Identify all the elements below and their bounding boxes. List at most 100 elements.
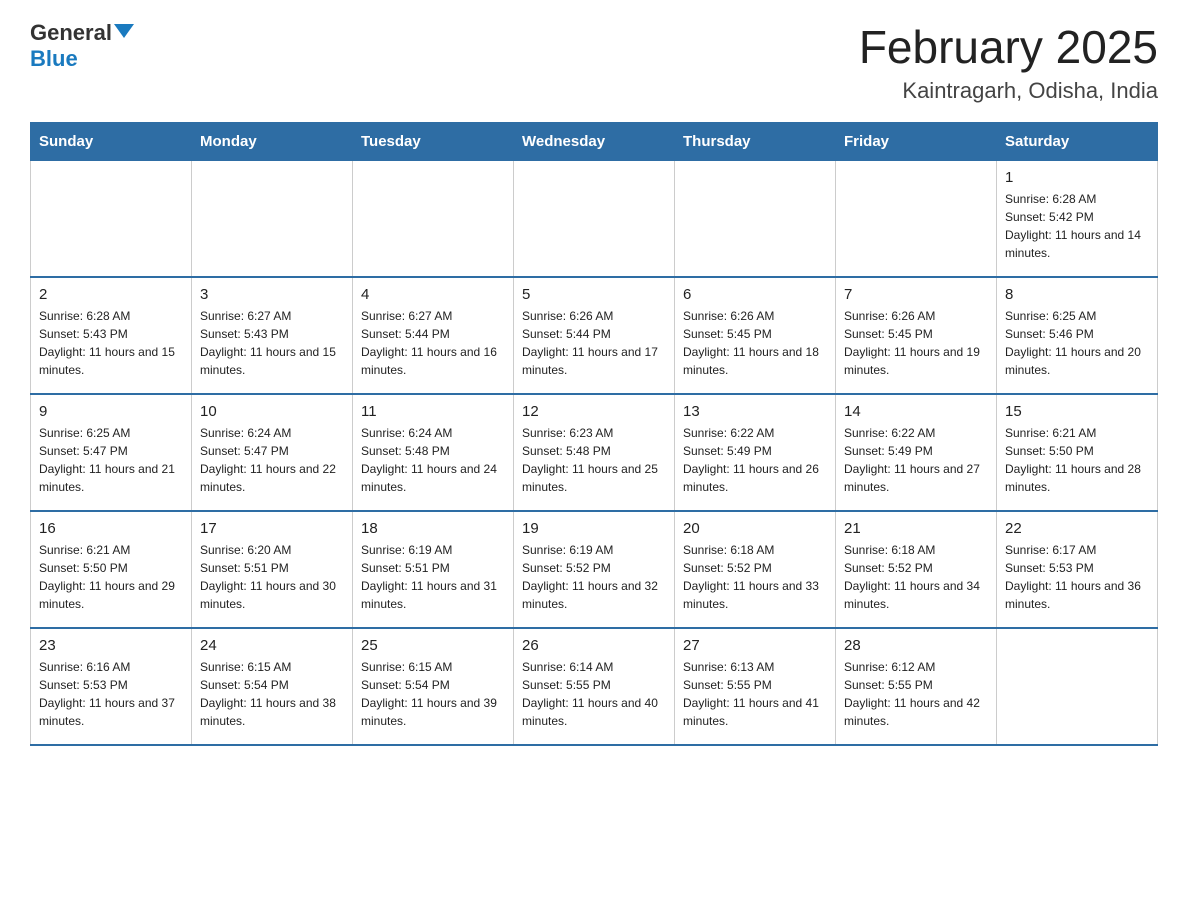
day-number: 26 <box>522 637 666 654</box>
day-info: Sunrise: 6:13 AM Sunset: 5:55 PM Dayligh… <box>683 658 827 730</box>
day-info: Sunrise: 6:20 AM Sunset: 5:51 PM Dayligh… <box>200 541 344 613</box>
calendar-cell: 6 Sunrise: 6:26 AM Sunset: 5:45 PM Daylig… <box>675 277 836 394</box>
weekday-header-friday: Friday <box>836 123 997 161</box>
calendar-cell: 14Sunrise: 6:22 AM Sunset: 5:49 PM Dayli… <box>836 394 997 511</box>
calendar-cell: 13Sunrise: 6:22 AM Sunset: 5:49 PM Dayli… <box>675 394 836 511</box>
day-number: 2 <box>39 286 183 303</box>
calendar-cell: 19Sunrise: 6:19 AM Sunset: 5:52 PM Dayli… <box>514 511 675 628</box>
calendar-cell <box>192 161 353 278</box>
day-number: 22 <box>1005 520 1149 537</box>
day-number: 17 <box>200 520 344 537</box>
day-number: 16 <box>39 520 183 537</box>
day-info: Sunrise: 6:19 AM Sunset: 5:51 PM Dayligh… <box>361 541 505 613</box>
calendar-week-row: 16Sunrise: 6:21 AM Sunset: 5:50 PM Dayli… <box>31 511 1158 628</box>
calendar-cell: 7 Sunrise: 6:26 AM Sunset: 5:45 PM Daylig… <box>836 277 997 394</box>
day-number: 25 <box>361 637 505 654</box>
day-number: 19 <box>522 520 666 537</box>
title-block: February 2025 Kaintragarh, Odisha, India <box>859 20 1158 104</box>
calendar-cell: 17 Sunrise: 6:20 AM Sunset: 5:51 PM Dayli… <box>192 511 353 628</box>
day-number: 23 <box>39 637 183 654</box>
day-info: Sunrise: 6:18 AM Sunset: 5:52 PM Dayligh… <box>844 541 988 613</box>
calendar-cell: 20 Sunrise: 6:18 AM Sunset: 5:52 PM Dayli… <box>675 511 836 628</box>
day-number: 15 <box>1005 403 1149 420</box>
day-number: 6 <box>683 286 827 303</box>
weekday-header-wednesday: Wednesday <box>514 123 675 161</box>
day-info: Sunrise: 6:25 AM Sunset: 5:47 PM Dayligh… <box>39 424 183 496</box>
day-info: Sunrise: 6:15 AM Sunset: 5:54 PM Dayligh… <box>200 658 344 730</box>
day-info: Sunrise: 6:27 AM Sunset: 5:44 PM Dayligh… <box>361 307 505 379</box>
day-number: 21 <box>844 520 988 537</box>
day-number: 1 <box>1005 169 1149 186</box>
logo: General Blue <box>30 20 134 72</box>
calendar-cell: 15 Sunrise: 6:21 AM Sunset: 5:50 PM Dayli… <box>997 394 1158 511</box>
day-number: 28 <box>844 637 988 654</box>
calendar-cell: 18 Sunrise: 6:19 AM Sunset: 5:51 PM Dayli… <box>353 511 514 628</box>
calendar-cell: 11 Sunrise: 6:24 AM Sunset: 5:48 PM Dayli… <box>353 394 514 511</box>
day-number: 18 <box>361 520 505 537</box>
calendar-cell: 5 Sunrise: 6:26 AM Sunset: 5:44 PM Daylig… <box>514 277 675 394</box>
day-number: 13 <box>683 403 827 420</box>
calendar-cell <box>31 161 192 278</box>
calendar-cell: 26 Sunrise: 6:14 AM Sunset: 5:55 PM Dayli… <box>514 628 675 745</box>
day-number: 4 <box>361 286 505 303</box>
calendar-week-row: 2 Sunrise: 6:28 AM Sunset: 5:43 PM Daylig… <box>31 277 1158 394</box>
day-info: Sunrise: 6:28 AM Sunset: 5:43 PM Dayligh… <box>39 307 183 379</box>
day-number: 20 <box>683 520 827 537</box>
calendar-cell: 3 Sunrise: 6:27 AM Sunset: 5:43 PM Daylig… <box>192 277 353 394</box>
page-header: General Blue February 2025 Kaintragarh, … <box>30 20 1158 104</box>
day-number: 3 <box>200 286 344 303</box>
day-info: Sunrise: 6:15 AM Sunset: 5:54 PM Dayligh… <box>361 658 505 730</box>
day-number: 27 <box>683 637 827 654</box>
calendar-cell <box>675 161 836 278</box>
day-number: 11 <box>361 403 505 420</box>
day-number: 7 <box>844 286 988 303</box>
location-title: Kaintragarh, Odisha, India <box>859 78 1158 104</box>
day-info: Sunrise: 6:24 AM Sunset: 5:48 PM Dayligh… <box>361 424 505 496</box>
calendar-cell <box>997 628 1158 745</box>
day-number: 24 <box>200 637 344 654</box>
day-info: Sunrise: 6:12 AM Sunset: 5:55 PM Dayligh… <box>844 658 988 730</box>
weekday-header-thursday: Thursday <box>675 123 836 161</box>
day-info: Sunrise: 6:24 AM Sunset: 5:47 PM Dayligh… <box>200 424 344 496</box>
calendar-table: SundayMondayTuesdayWednesdayThursdayFrid… <box>30 122 1158 746</box>
calendar-week-row: 23Sunrise: 6:16 AM Sunset: 5:53 PM Dayli… <box>31 628 1158 745</box>
day-info: Sunrise: 6:21 AM Sunset: 5:50 PM Dayligh… <box>1005 424 1149 496</box>
day-info: Sunrise: 6:26 AM Sunset: 5:44 PM Dayligh… <box>522 307 666 379</box>
calendar-week-row: 9 Sunrise: 6:25 AM Sunset: 5:47 PM Daylig… <box>31 394 1158 511</box>
calendar-cell: 9 Sunrise: 6:25 AM Sunset: 5:47 PM Daylig… <box>31 394 192 511</box>
calendar-cell: 4 Sunrise: 6:27 AM Sunset: 5:44 PM Daylig… <box>353 277 514 394</box>
day-number: 5 <box>522 286 666 303</box>
weekday-header-saturday: Saturday <box>997 123 1158 161</box>
day-info: Sunrise: 6:28 AM Sunset: 5:42 PM Dayligh… <box>1005 190 1149 262</box>
calendar-cell: 8Sunrise: 6:25 AM Sunset: 5:46 PM Daylig… <box>997 277 1158 394</box>
day-number: 10 <box>200 403 344 420</box>
calendar-cell: 21 Sunrise: 6:18 AM Sunset: 5:52 PM Dayli… <box>836 511 997 628</box>
logo-general-text: General <box>30 20 112 46</box>
day-info: Sunrise: 6:14 AM Sunset: 5:55 PM Dayligh… <box>522 658 666 730</box>
calendar-cell <box>514 161 675 278</box>
calendar-cell: 24 Sunrise: 6:15 AM Sunset: 5:54 PM Dayli… <box>192 628 353 745</box>
day-info: Sunrise: 6:26 AM Sunset: 5:45 PM Dayligh… <box>844 307 988 379</box>
logo-triangle-icon <box>114 24 134 38</box>
calendar-cell <box>353 161 514 278</box>
day-info: Sunrise: 6:27 AM Sunset: 5:43 PM Dayligh… <box>200 307 344 379</box>
logo-blue-text: Blue <box>30 46 78 72</box>
month-title: February 2025 <box>859 20 1158 74</box>
calendar-cell: 27 Sunrise: 6:13 AM Sunset: 5:55 PM Dayli… <box>675 628 836 745</box>
day-info: Sunrise: 6:22 AM Sunset: 5:49 PM Dayligh… <box>844 424 988 496</box>
day-number: 9 <box>39 403 183 420</box>
weekday-header-tuesday: Tuesday <box>353 123 514 161</box>
day-number: 8 <box>1005 286 1149 303</box>
calendar-cell: 12Sunrise: 6:23 AM Sunset: 5:48 PM Dayli… <box>514 394 675 511</box>
day-info: Sunrise: 6:17 AM Sunset: 5:53 PM Dayligh… <box>1005 541 1149 613</box>
calendar-cell <box>836 161 997 278</box>
day-info: Sunrise: 6:26 AM Sunset: 5:45 PM Dayligh… <box>683 307 827 379</box>
calendar-cell: 1 Sunrise: 6:28 AM Sunset: 5:42 PM Daylig… <box>997 161 1158 278</box>
weekday-header-sunday: Sunday <box>31 123 192 161</box>
weekday-header-monday: Monday <box>192 123 353 161</box>
calendar-cell: 2 Sunrise: 6:28 AM Sunset: 5:43 PM Daylig… <box>31 277 192 394</box>
calendar-cell: 10 Sunrise: 6:24 AM Sunset: 5:47 PM Dayli… <box>192 394 353 511</box>
calendar-week-row: 1 Sunrise: 6:28 AM Sunset: 5:42 PM Daylig… <box>31 161 1158 278</box>
calendar-cell: 28 Sunrise: 6:12 AM Sunset: 5:55 PM Dayli… <box>836 628 997 745</box>
day-info: Sunrise: 6:18 AM Sunset: 5:52 PM Dayligh… <box>683 541 827 613</box>
